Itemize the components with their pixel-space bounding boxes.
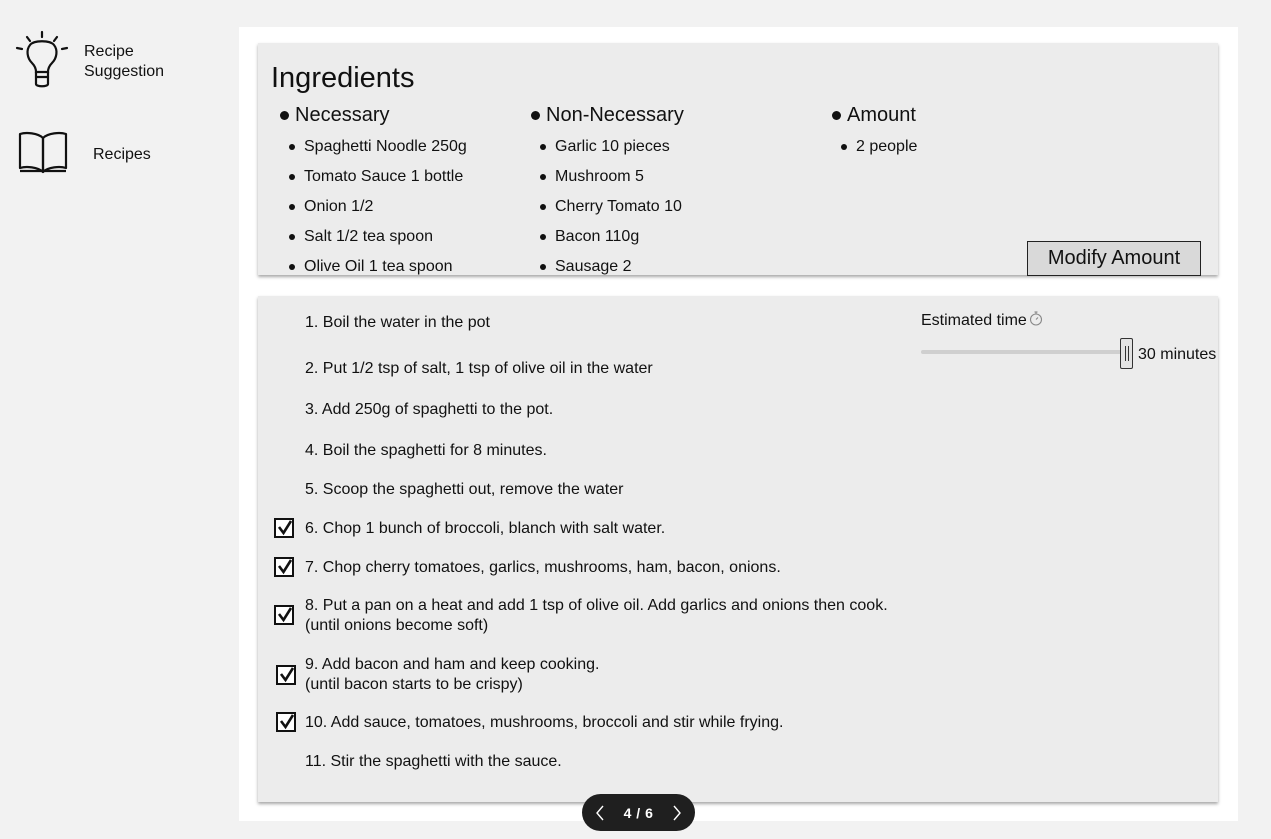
next-page-button[interactable] — [669, 803, 685, 823]
column-heading: Non-Necessary — [531, 103, 684, 127]
sidebar-item-label: Recipe Suggestion — [84, 42, 165, 80]
step-item: 4. Boil the spaghetti for 8 minutes. — [305, 442, 547, 459]
step-item: 3. Add 250g of spaghetti to the pot. — [305, 401, 554, 418]
sidebar-item-label: Recipes — [93, 145, 151, 163]
list-item: Cherry Tomato 10 — [540, 192, 684, 222]
main-content: Ingredients Necessary Spaghetti Noodle 2… — [239, 27, 1238, 821]
step-checkbox[interactable] — [274, 518, 294, 538]
sidebar: Recipe Suggestion Recipes — [0, 0, 238, 839]
step-item: 2. Put 1/2 tsp of salt, 1 tsp of olive o… — [305, 360, 653, 377]
step-item: 11. Stir the spaghetti with the sauce. — [305, 753, 562, 770]
step-item: 6. Chop 1 bunch of broccoli, blanch with… — [305, 520, 666, 537]
non-necessary-column: Non-Necessary Garlic 10 pieces Mushroom … — [531, 103, 684, 282]
list-item: Garlic 10 pieces — [540, 132, 684, 162]
stopwatch-icon — [1028, 310, 1044, 332]
modify-amount-button[interactable]: Modify Amount — [1027, 241, 1201, 276]
ingredients-card: Ingredients Necessary Spaghetti Noodle 2… — [258, 43, 1218, 276]
time-value: 30 minutes — [1138, 346, 1217, 363]
chevron-left-icon — [596, 805, 604, 820]
step-checkbox[interactable] — [274, 557, 294, 577]
step-item: 5. Scoop the spaghetti out, remove the w… — [305, 481, 624, 498]
list-item: Olive Oil 1 tea spoon — [289, 252, 467, 282]
page-indicator: 4 / 6 — [623, 804, 654, 821]
steps-card: Estimated time 30 minutes 1. Boil the wa… — [258, 296, 1218, 802]
list-item: 2 people — [841, 132, 917, 162]
amount-column: Amount 2 people — [832, 103, 917, 162]
chevron-right-icon — [673, 805, 681, 820]
ingredients-title: Ingredients — [271, 62, 415, 94]
step-checkbox[interactable] — [276, 665, 296, 685]
list-item: Sausage 2 — [540, 252, 684, 282]
step-item: 10. Add sauce, tomatoes, mushrooms, broc… — [305, 714, 784, 731]
list-item: Tomato Sauce 1 bottle — [289, 162, 467, 192]
step-note: (until bacon starts to be crispy) — [305, 676, 523, 693]
step-item: 1. Boil the water in the pot — [305, 314, 490, 331]
step-item: 7. Chop cherry tomatoes, garlics, mushro… — [305, 559, 781, 576]
column-heading: Necessary — [280, 103, 467, 127]
step-item: 8. Put a pan on a heat and add 1 tsp of … — [305, 597, 888, 634]
list-item: Spaghetti Noodle 250g — [289, 132, 467, 162]
list-item: Bacon 110g — [540, 222, 684, 252]
time-slider-thumb[interactable] — [1120, 338, 1133, 369]
time-slider-track[interactable] — [921, 350, 1126, 354]
book-icon — [18, 130, 68, 179]
sidebar-item-recipes[interactable]: Recipes — [18, 130, 151, 179]
previous-page-button[interactable] — [592, 803, 608, 823]
sidebar-item-recipe-suggestion[interactable]: Recipe Suggestion — [14, 30, 184, 95]
list-item: Salt 1/2 tea spoon — [289, 222, 467, 252]
list-item: Mushroom 5 — [540, 162, 684, 192]
step-item: 9. Add bacon and ham and keep cooking. (… — [305, 656, 600, 693]
step-checkbox[interactable] — [274, 605, 294, 625]
page-navigator: 4 / 6 — [582, 794, 695, 831]
estimated-time-label: Estimated time — [921, 310, 1044, 332]
column-heading: Amount — [832, 103, 917, 127]
necessary-column: Necessary Spaghetti Noodle 250g Tomato S… — [280, 103, 467, 282]
lightbulb-icon — [14, 30, 70, 95]
step-checkbox[interactable] — [276, 712, 296, 732]
step-note: (until onions become soft) — [305, 617, 489, 634]
list-item: Onion 1/2 — [289, 192, 467, 222]
